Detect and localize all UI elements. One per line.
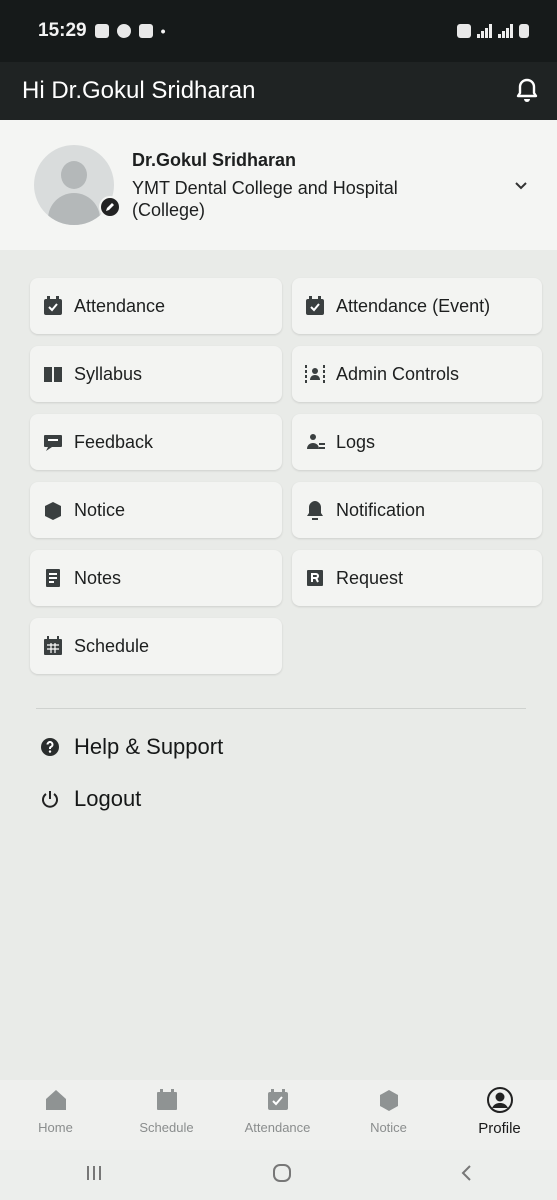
nav-attendance[interactable]: Attendance bbox=[222, 1080, 333, 1135]
attendance-icon bbox=[42, 295, 64, 317]
menu-attendance[interactable]: Attendance bbox=[30, 278, 282, 334]
logs-icon bbox=[304, 431, 326, 453]
notice-icon bbox=[42, 499, 64, 521]
page-title: Hi Dr.Gokul Sridharan bbox=[22, 77, 256, 104]
profile-college: YMT Dental College and Hospital (College… bbox=[132, 177, 398, 220]
menu-label: Syllabus bbox=[74, 363, 143, 384]
nav-notice[interactable]: Notice bbox=[333, 1080, 444, 1135]
status-bar: 15:29 • bbox=[0, 0, 557, 62]
calendar-icon bbox=[42, 635, 64, 657]
nav-label: Home bbox=[38, 1120, 73, 1135]
attendance-icon bbox=[264, 1086, 292, 1114]
chat-icon bbox=[116, 24, 131, 38]
admin-icon bbox=[304, 363, 326, 385]
attendance-icon bbox=[304, 295, 326, 317]
home-icon bbox=[42, 1086, 70, 1114]
menu-label: Request bbox=[336, 567, 404, 588]
nav-label: Schedule bbox=[139, 1120, 194, 1135]
menu-label: Notes bbox=[74, 567, 122, 588]
menu-label: Notice bbox=[74, 499, 126, 520]
nav-profile[interactable]: Profile bbox=[444, 1080, 555, 1137]
request-icon bbox=[304, 567, 326, 589]
chevron-down-icon[interactable] bbox=[511, 175, 531, 195]
menu-syllabus[interactable]: Syllabus bbox=[30, 346, 282, 402]
help-support-link[interactable]: Help & Support bbox=[40, 734, 223, 760]
logout-label: Logout bbox=[74, 786, 142, 811]
bell-icon[interactable] bbox=[515, 78, 539, 104]
menu-attendance-event[interactable]: Attendance (Event) bbox=[292, 278, 542, 334]
feedback-icon bbox=[42, 431, 64, 453]
menu-admin-controls[interactable]: Admin Controls bbox=[292, 346, 542, 402]
signal-icon bbox=[477, 24, 492, 38]
menu-label: Attendance bbox=[74, 295, 166, 316]
menu-grid: Attendance Attendance (Event) Syllabus A… bbox=[30, 278, 542, 674]
menu-label: Notification bbox=[336, 499, 426, 520]
menu-notice[interactable]: Notice bbox=[30, 482, 282, 538]
menu-schedule[interactable]: Schedule bbox=[30, 618, 282, 674]
menu-notes[interactable]: Notes bbox=[30, 550, 282, 606]
help-icon bbox=[40, 737, 60, 757]
bell-icon bbox=[304, 499, 326, 521]
nav-home[interactable]: Home bbox=[0, 1080, 111, 1135]
notification-app-icon bbox=[138, 24, 153, 38]
bottom-nav: Home Schedule Attendance Notice Profile bbox=[0, 1080, 557, 1150]
app-bar: Hi Dr.Gokul Sridharan bbox=[0, 62, 557, 120]
home-button-icon[interactable] bbox=[271, 1162, 293, 1189]
power-icon bbox=[40, 789, 60, 809]
menu-request[interactable]: Request bbox=[292, 550, 542, 606]
signal-icon bbox=[498, 24, 513, 38]
gallery-icon bbox=[94, 24, 109, 38]
menu-label: Logs bbox=[336, 431, 376, 452]
menu-logs[interactable]: Logs bbox=[292, 414, 542, 470]
notes-icon bbox=[42, 567, 64, 589]
menu-label: Attendance (Event) bbox=[336, 295, 491, 316]
dot-icon: • bbox=[160, 23, 166, 39]
menu-label: Admin Controls bbox=[336, 363, 460, 384]
nav-label: Notice bbox=[370, 1120, 407, 1135]
menu-feedback[interactable]: Feedback bbox=[30, 414, 282, 470]
back-icon[interactable] bbox=[460, 1164, 474, 1187]
divider bbox=[36, 708, 526, 709]
alarm-icon bbox=[457, 24, 471, 38]
recent-apps-icon[interactable] bbox=[83, 1164, 105, 1187]
help-label: Help & Support bbox=[74, 734, 224, 759]
menu-notification[interactable]: Notification bbox=[292, 482, 542, 538]
edit-icon[interactable] bbox=[99, 196, 121, 218]
calendar-icon bbox=[153, 1086, 181, 1114]
profile-card[interactable]: Dr.Gokul Sridharan YMT Dental College an… bbox=[0, 120, 557, 250]
nav-label: Attendance bbox=[244, 1120, 311, 1135]
status-time: 15:29 bbox=[38, 20, 87, 41]
battery-icon bbox=[519, 24, 529, 38]
nav-schedule[interactable]: Schedule bbox=[111, 1080, 222, 1135]
profile-icon bbox=[486, 1086, 514, 1114]
profile-name: Dr.Gokul Sridharan bbox=[132, 149, 297, 170]
menu-label: Schedule bbox=[74, 635, 150, 656]
nav-label: Profile bbox=[478, 1120, 521, 1137]
logout-link[interactable]: Logout bbox=[40, 786, 141, 812]
system-nav-bar bbox=[0, 1150, 557, 1200]
book-icon bbox=[42, 363, 64, 385]
notice-icon bbox=[375, 1086, 403, 1114]
menu-label: Feedback bbox=[74, 431, 154, 452]
